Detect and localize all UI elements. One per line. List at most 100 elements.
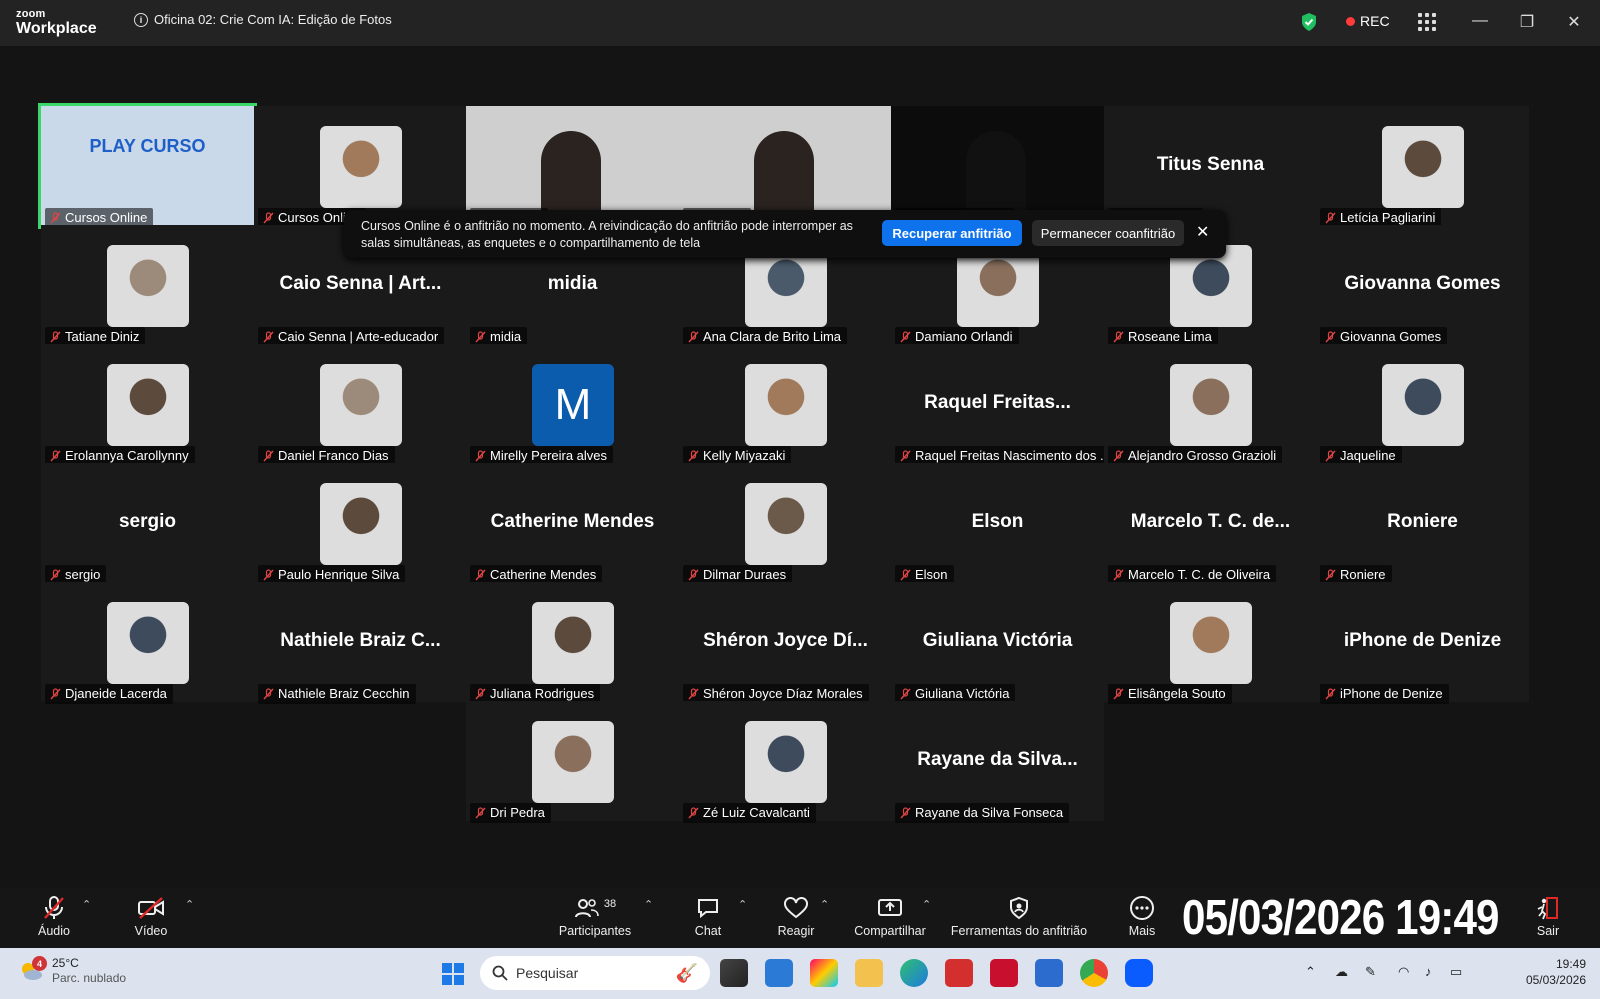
participant-tile[interactable]: Renato Antunes [891,106,1104,228]
pen-icon[interactable]: ✎ [1365,964,1376,980]
participant-tile[interactable]: Marcelo T. C. de... Marcelo T. C. de Oliv… [1104,463,1317,585]
participant-tile[interactable]: Daniel Franco Dias [254,344,467,466]
participant-tile[interactable]: Nathiele Braiz C... Nathiele Braiz Cecchi… [254,582,467,704]
restore-icon[interactable]: ❐ [1517,12,1537,32]
muted-mic-icon [1113,450,1124,462]
participant-tile[interactable]: Paulo Henrique Silva [254,463,467,585]
participant-name-label: Nathiele Braiz Cecchin [258,684,416,704]
windows-start-icon[interactable] [441,962,465,986]
participant-tile[interactable]: Dri Pedra [466,701,679,823]
more-button[interactable]: Mais [1122,894,1162,938]
zoom-taskbar-icon[interactable] [1125,959,1153,987]
overlay-datetime: 05/03/2026 19:49 [1182,891,1500,945]
chat-button[interactable]: Chat [690,894,726,938]
participant-tile[interactable]: Cursos Online [254,106,467,228]
encryption-shield-icon[interactable] [1300,12,1318,32]
app-l-icon[interactable] [945,959,973,987]
share-button[interactable]: Compartilhar [850,894,930,938]
avatar [745,721,827,803]
stay-cohost-button[interactable]: Permanecer coanfitrião [1032,220,1184,246]
info-icon[interactable]: i [134,12,148,27]
onedrive-icon[interactable]: ☁ [1335,964,1348,980]
participant-name-label: Djaneide Lacerda [45,684,173,704]
participant-tile[interactable]: Zé Luiz Cavalcanti [679,701,892,823]
logo-line1: zoom [16,8,46,20]
chat-chevron-icon[interactable]: ⌃ [738,898,747,911]
volume-icon[interactable]: ♪ [1425,964,1432,979]
system-clock[interactable]: 19:49 05/03/2026 [1510,956,1586,988]
video-button[interactable]: Vídeo [126,894,176,938]
video-options-chevron-icon[interactable]: ⌃ [185,898,194,911]
close-window-icon[interactable]: ✕ [1564,12,1584,32]
participant-display-name: Marcelo T. C. de... [1130,511,1291,532]
participant-tile[interactable]: Tatiane Diniz [41,225,254,347]
meeting-info[interactable]: i Oficina 02: Crie Com IA: Edição de Fot… [134,12,392,27]
reclaim-host-button[interactable]: Recuperar anfitrião [882,220,1022,246]
edge-icon[interactable] [900,959,928,987]
participant-tile[interactable]: Titus SennaTitus Senna [1104,106,1317,228]
participant-display-name: Giuliana Victória [922,630,1073,651]
battery-icon[interactable]: ▭ [1450,964,1462,980]
participant-display-name: Rayane da Silva... [917,749,1078,770]
tray-chevron-icon[interactable]: ⌃ [1305,964,1316,980]
host-tools-button[interactable]: Ferramentas do anfitrião [946,894,1092,938]
close-icon[interactable]: ✕ [1196,222,1209,242]
audio-button[interactable]: Áudio [32,894,76,938]
participant-tile[interactable]: Juliana Rodrigues [466,582,679,704]
muted-mic-icon [688,331,699,343]
participant-tile[interactable]: Giovanna Gomes Giovanna Gomes [1316,225,1529,347]
participant-tile[interactable]: Shéron Joyce Dí... Shéron Joyce Díaz Mora… [679,582,892,704]
participant-tile[interactable]: M Mirelly Pereira alves [466,344,679,466]
participant-tile[interactable]: iPhone de Denize iPhone de Denize [1316,582,1529,704]
copilot-icon[interactable] [810,959,838,987]
avatar [745,483,827,565]
outlook-icon[interactable] [1035,959,1063,987]
participant-tile[interactable]: Kelly Miyazaki [679,344,892,466]
muted-mic-icon [475,450,486,462]
audio-options-chevron-icon[interactable]: ⌃ [82,898,91,911]
recording-indicator[interactable]: REC [1346,13,1390,29]
participant-name: Letícia Pagliarini [1340,210,1436,225]
participant-tile[interactable]: Rayane da Silva... Rayane da Silva Fonsec… [891,701,1104,823]
participant-tile[interactable]: Brenda [679,106,892,228]
logo-line2: Workplace [16,20,97,37]
participant-tile[interactable]: Marisleia [466,106,679,228]
participant-tile[interactable]: Alejandro Grosso Grazioli [1104,344,1317,466]
leave-button[interactable]: Sair [1530,894,1566,938]
participant-tile[interactable]: sergio sergio [41,463,254,585]
participant-name: Marcelo T. C. de Oliveira [1128,567,1271,582]
heart-icon [784,897,808,919]
participant-tile[interactable]: Catherine Mendes Catherine Mendes [466,463,679,585]
chrome-icon[interactable] [1080,959,1108,987]
participant-tile[interactable]: PLAY CURSO Cursos Online [38,103,257,229]
apps-grid-icon[interactable] [1418,13,1436,31]
participant-name: Paulo Henrique Silva [278,567,400,582]
participant-tile[interactable]: Roniere Roniere [1316,463,1529,585]
participant-tile[interactable]: Erolannya Carollynny [41,344,254,466]
avatar: M [532,364,614,446]
participant-tile[interactable]: Raquel Freitas... Raquel Freitas Nascimen… [891,344,1117,466]
task-view-icon[interactable] [720,959,748,987]
file-explorer-icon[interactable] [855,959,883,987]
wifi-icon[interactable]: ◠ [1398,964,1409,980]
mcafee-icon[interactable] [990,959,1018,987]
taskbar-search[interactable]: Pesquisar 🎸 [480,956,710,990]
minimize-icon[interactable]: — [1470,12,1490,30]
share-chevron-icon[interactable]: ⌃ [922,898,931,911]
avatar [320,126,402,208]
participant-name-label: iPhone de Denize [1320,684,1449,704]
participant-tile[interactable]: Elisângela Souto [1104,582,1317,704]
participant-tile[interactable]: Giuliana Victória Giuliana Victória [891,582,1104,704]
vscode-icon[interactable] [765,959,793,987]
muted-mic-icon [688,569,699,581]
react-button[interactable]: Reagir [774,894,818,938]
participant-tile[interactable]: Jaqueline [1316,344,1529,466]
participants-chevron-icon[interactable]: ⌃ [644,898,653,911]
react-chevron-icon[interactable]: ⌃ [820,898,829,911]
weather-widget[interactable]: 4 25°C Parc. nublado [18,956,126,986]
participant-tile[interactable]: Letícia Pagliarini [1316,106,1529,228]
participant-tile[interactable]: Elson Elson [891,463,1104,585]
participants-button[interactable]: 38 Participantes [552,894,638,938]
participant-tile[interactable]: Dilmar Duraes [679,463,892,585]
participant-tile[interactable]: Djaneide Lacerda [41,582,254,704]
